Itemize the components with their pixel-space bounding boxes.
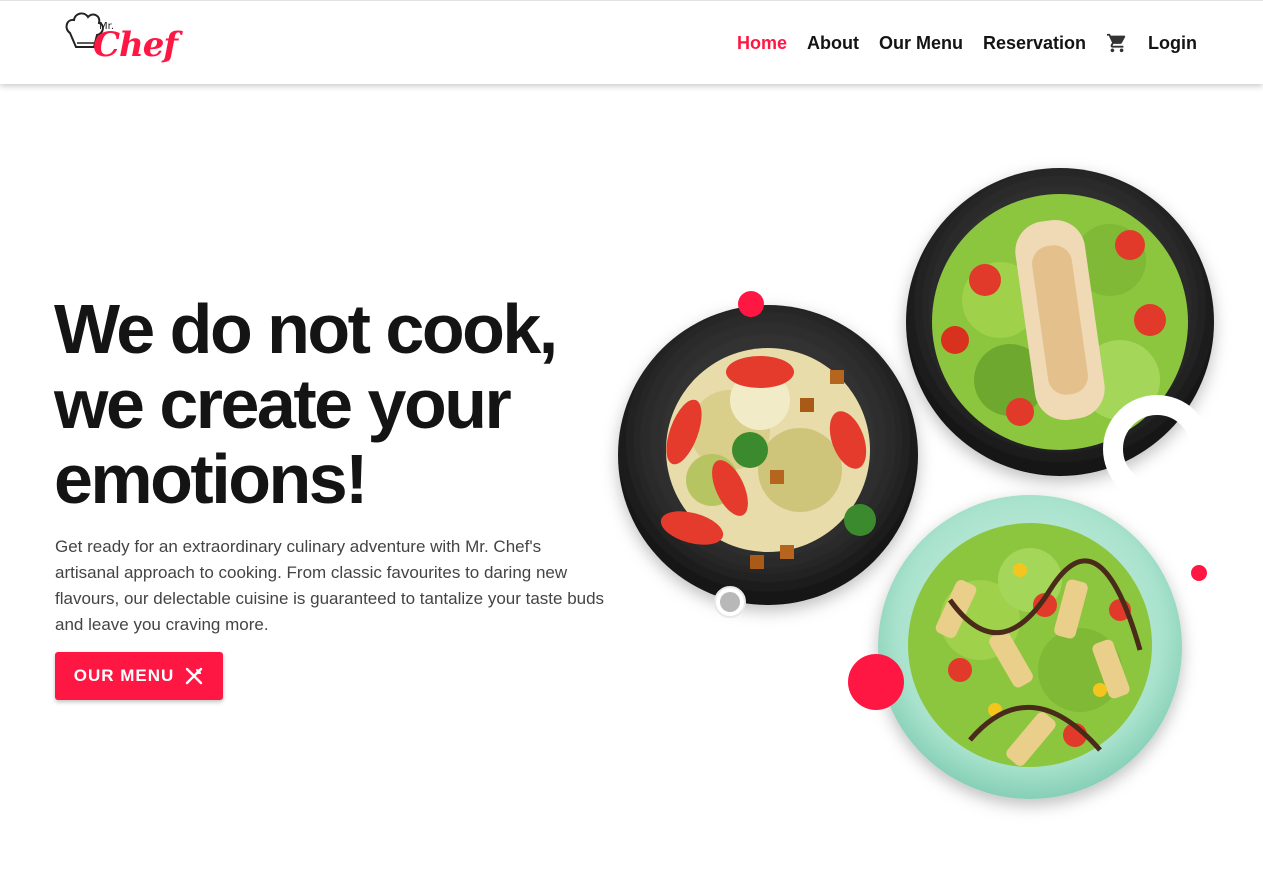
nav-reservation[interactable]: Reservation [983, 33, 1086, 54]
chicken-salad-plate [906, 168, 1214, 476]
main-nav: Home About Our Menu Reservation Login [717, 1, 1197, 85]
hero-title-line-1: We do not cook, [54, 290, 558, 368]
nav-our-menu[interactable]: Our Menu [879, 33, 963, 54]
egg-salad-plate [618, 305, 918, 605]
nav-login[interactable]: Login [1148, 33, 1197, 54]
utensils-icon [186, 667, 203, 685]
our-menu-button[interactable]: OUR MENU [55, 652, 223, 700]
our-menu-button-label: OUR MENU [73, 666, 175, 685]
hero-title-line-3: emotions! [54, 440, 368, 518]
hero-description: Get ready for an extraordinary culinary … [55, 537, 605, 634]
decor-dot-red [738, 291, 764, 317]
nav-home[interactable]: Home [737, 33, 787, 54]
decor-dot-red-large [848, 654, 904, 710]
decor-dot-red-small [1191, 565, 1207, 581]
hero-title: We do not cook, we create your emotions! [54, 292, 634, 517]
decor-ring-small-inner [720, 592, 740, 612]
shopping-cart-icon[interactable] [1106, 32, 1128, 54]
navbar: Mr. Chef Home About Our Menu Reservation… [0, 0, 1263, 84]
nav-about[interactable]: About [807, 33, 859, 54]
food-showcase [600, 150, 1263, 830]
hero-title-line-2: we create your [54, 365, 512, 443]
pasta-salad-plate [878, 495, 1182, 799]
logo-chef-text: Chef [93, 25, 178, 65]
logo[interactable]: Mr. Chef [60, 9, 178, 73]
